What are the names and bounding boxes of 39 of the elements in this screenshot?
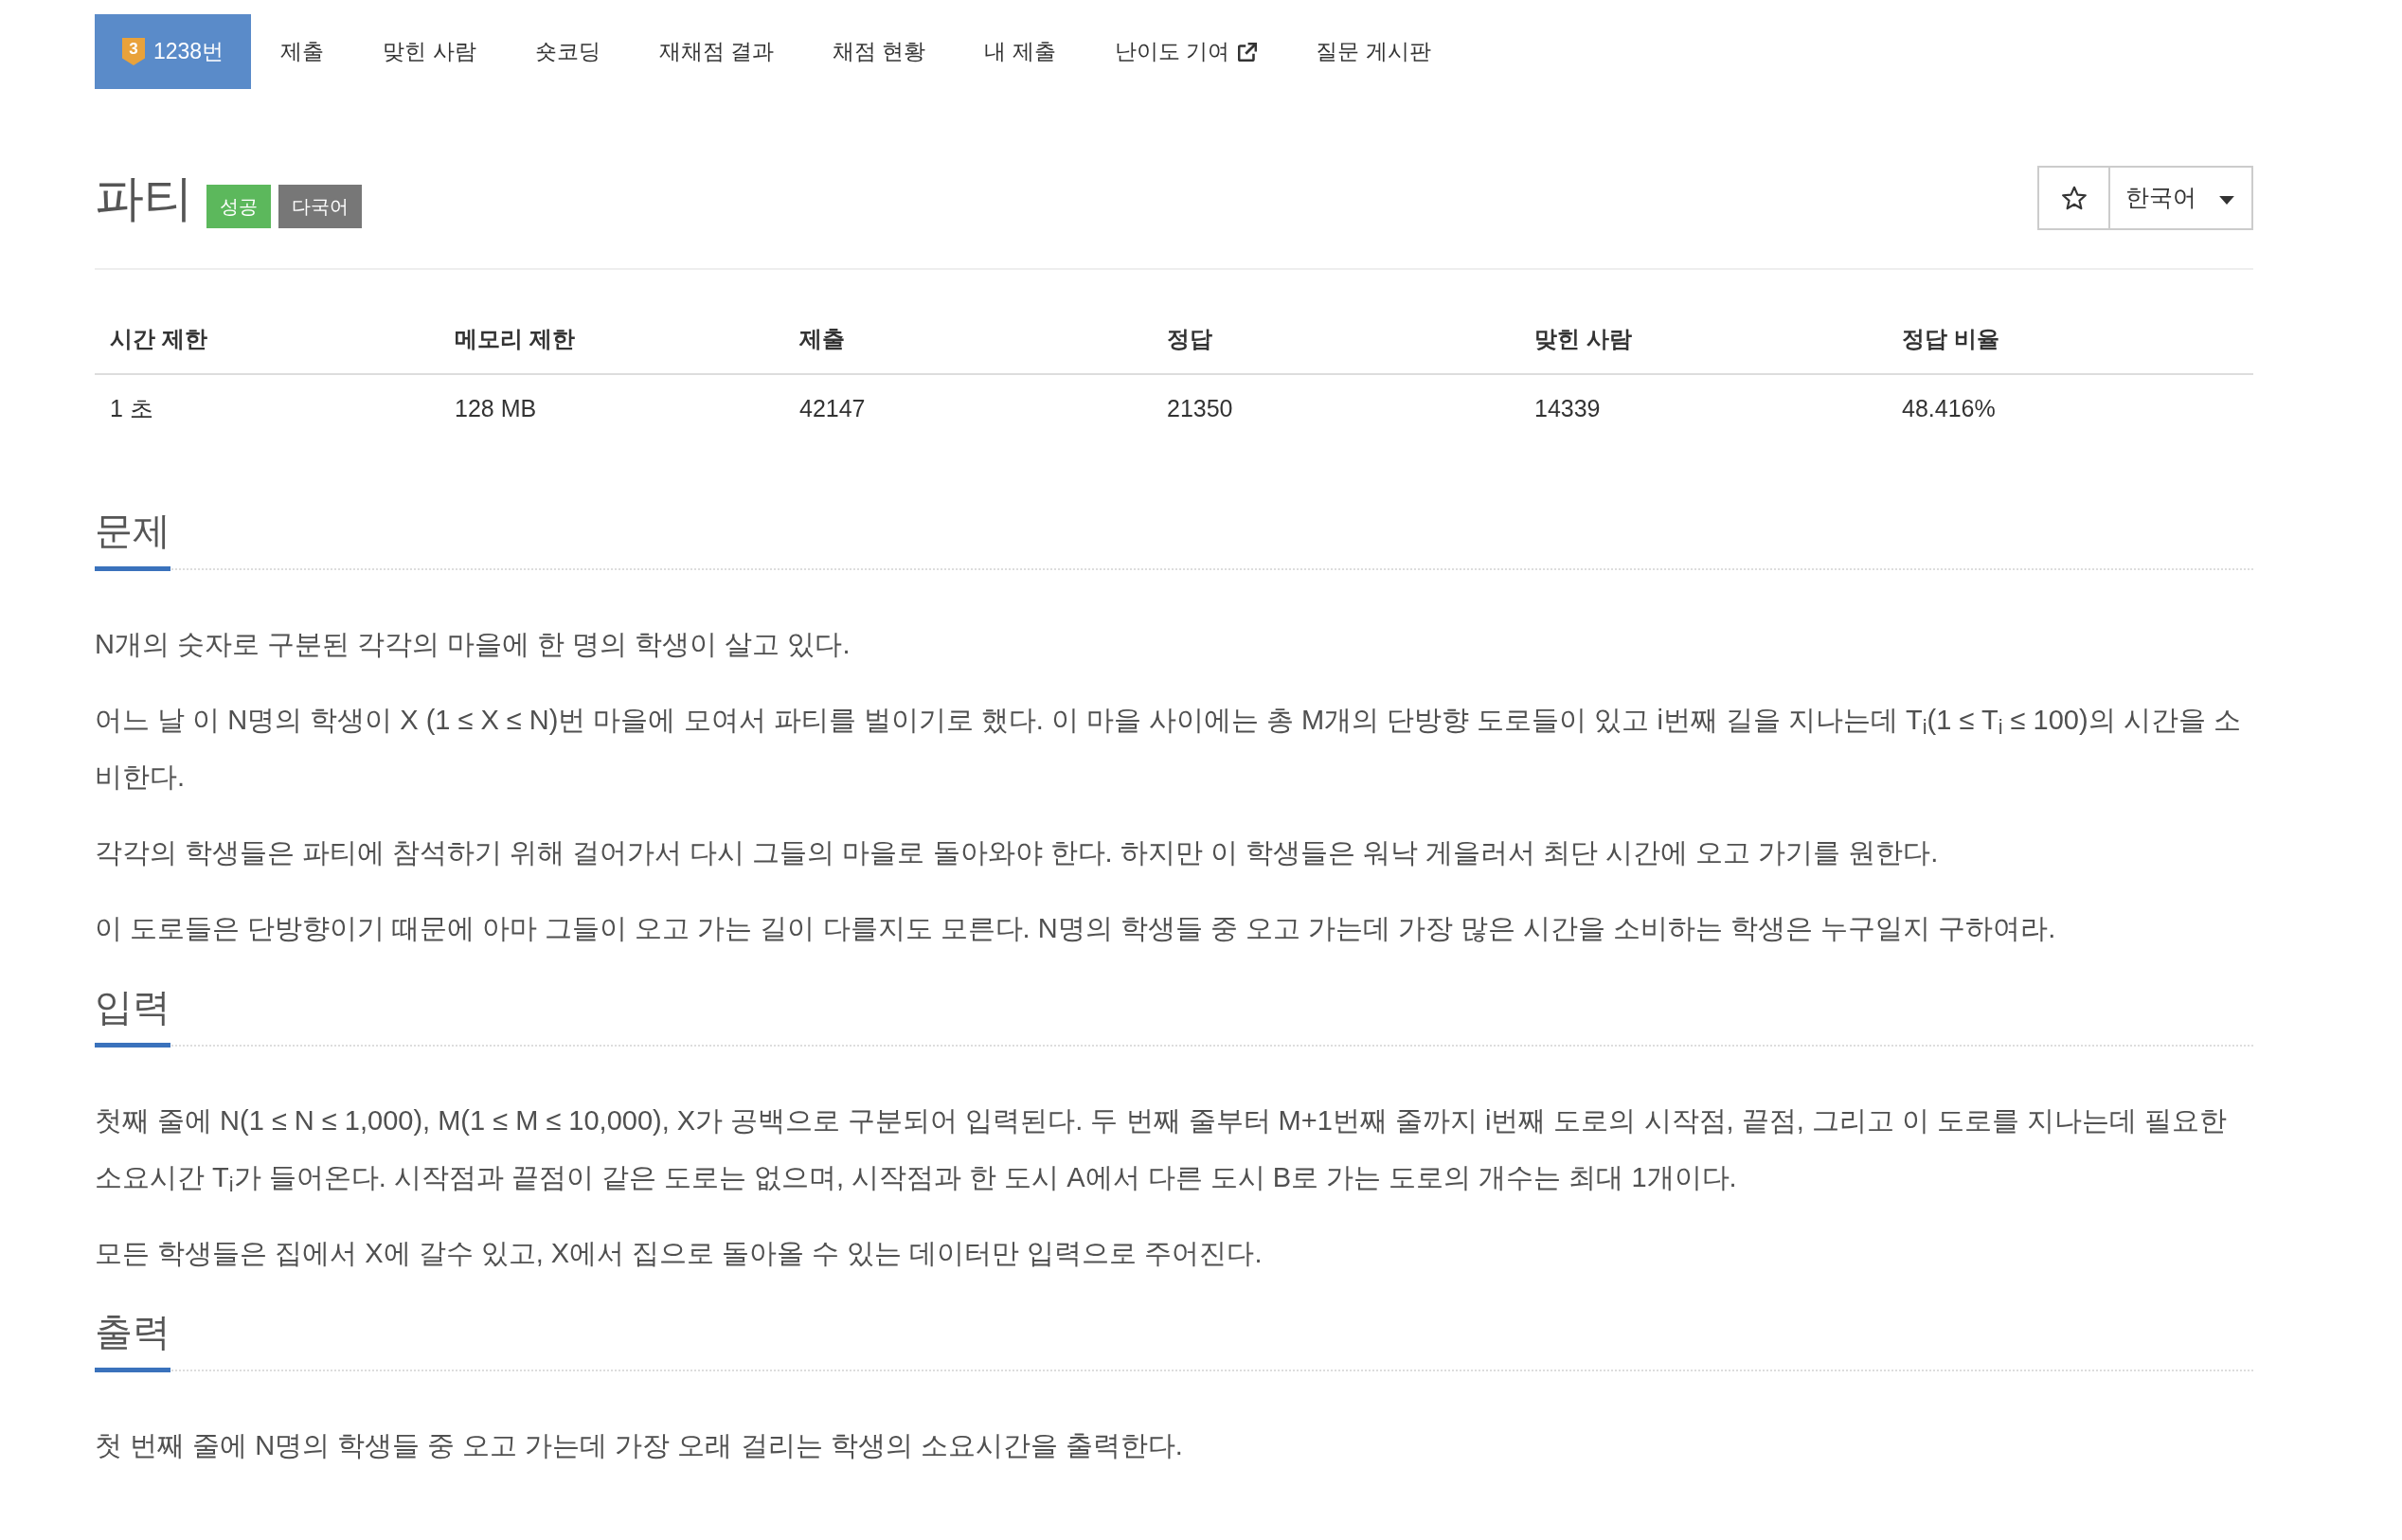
stat-value: 14339	[1533, 394, 1602, 424]
column-header: 정답 비율	[1901, 325, 2000, 353]
stat-value: 48.416%	[1901, 394, 1997, 424]
nav-tab[interactable]: 채점 현황	[802, 14, 956, 89]
problem-title: 파티	[95, 170, 193, 227]
tier-badge: 3	[122, 38, 145, 65]
nav-tab[interactable]: 재채점 결과	[629, 14, 803, 89]
stat-value: 128 MB	[454, 394, 538, 424]
column-header: 메모리 제한	[454, 325, 576, 353]
problem-paragraph: 어느 날 이 N명의 학생이 X (1 ≤ X ≤ N)번 마을에 모여서 파티를 벌이기로 했다. 이 마을 사이에는 총 M개의 단방향 도로들이 있고 i번째 길을 지나는데 T$_{i}$(1 ≤ T$_{i}$ ≤ 100)의 시간을 소비한다.	[95, 704, 2242, 794]
section-heading: 입력	[95, 980, 170, 1048]
nav-tab[interactable]: 숏코딩	[505, 14, 630, 89]
column-header: 제출	[798, 325, 846, 353]
problem-paragraph: 모든 학생들은 집에서 X에 갈수 있고, X에서 집으로 돌아올 수 있는 데이터만 입력으로 주어진다.	[95, 1237, 1264, 1270]
stat-value: 21350	[1166, 394, 1234, 424]
column-header: 정답	[1166, 325, 1213, 353]
problem-paragraph: 각각의 학생들은 파티에 참석하기 위해 걸어가서 다시 그들의 마을로 돌아와야 한다. 하지만 이 학생들은 워낙 게을러서 최단 시간에 오고 가기를 원한다.	[95, 836, 1940, 869]
stat-value: 1 초	[109, 394, 154, 424]
nav-tab[interactable]: 질문 게시판	[1286, 14, 1461, 89]
problem-paragraph: 첫 번째 줄에 N명의 학생들 중 오고 가는데 가장 오래 걸리는 학생의 소요시간을 출력한다.	[95, 1429, 1184, 1462]
column-header: 시간 제한	[109, 325, 208, 353]
nav-tab[interactable]: 내 제출	[955, 14, 1085, 89]
star-icon	[2061, 186, 2087, 210]
status-label: 성공	[206, 185, 271, 228]
column-header: 맞힌 사람	[1533, 325, 1633, 353]
stat-value: 42147	[798, 394, 867, 424]
language-dropdown[interactable]: 한국어	[2110, 166, 2253, 230]
problem-paragraph: 이 도로들은 단방향이기 때문에 아마 그들이 오고 가는 길이 다를지도 모른다. N명의 학생들 중 오고 가는데 가장 많은 시간을 소비하는 학생은 누구일지 구하여라.	[95, 912, 2057, 945]
status-label: 다국어	[278, 185, 362, 228]
favorite-button[interactable]	[2037, 166, 2110, 230]
nav-tab[interactable]: 3 1238번	[95, 14, 252, 89]
section-heading: 문제	[95, 504, 170, 571]
section-heading: 출력	[95, 1305, 170, 1372]
problem-paragraph: 첫째 줄에 N(1 ≤ N ≤ 1,000), M(1 ≤ M ≤ 10,000), X가 공백으로 구분되어 입력된다. 두 번째 줄부터 M+1번째 줄까지 i번째 도로의 시작점, 끝점, 그리고 이 도로를 지나는데 필요한 소요시간 T$_{i}$가 들어온다. 시작점과 끝점이 같은 도로는 없으며, 시작점과 한 도시 A에서 다른 도시 B로 가는 도로의 개수는 최대 1개이다.	[95, 1104, 2228, 1199]
nav-tab[interactable]: 제출	[251, 14, 354, 89]
caret-icon	[2219, 195, 2234, 205]
problem-paragraph: N개의 숫자로 구분된 각각의 마을에 한 명의 학생이 살고 있다.	[95, 628, 851, 661]
nav-tab[interactable]: 난이도 기여	[1084, 14, 1287, 89]
nav-tab[interactable]: 맞힌 사람	[353, 14, 506, 89]
